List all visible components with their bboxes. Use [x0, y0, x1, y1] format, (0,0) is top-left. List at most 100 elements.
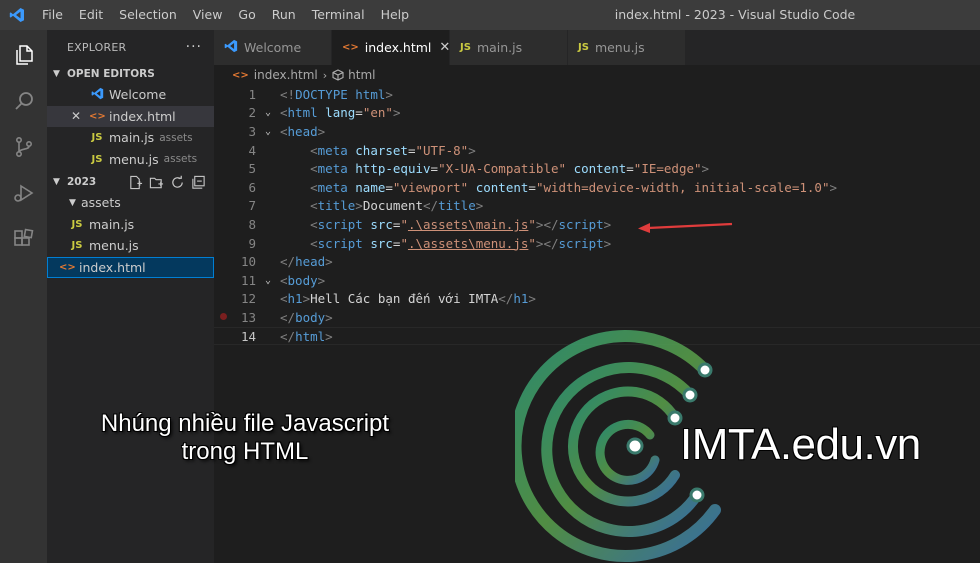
- tab-label: index.html: [364, 40, 432, 55]
- folder-label: assets: [81, 195, 121, 211]
- html-icon: <>: [232, 69, 249, 81]
- folder-assets[interactable]: ▼ assets: [47, 192, 214, 214]
- vscode-icon: [89, 87, 105, 103]
- js-icon: JS: [578, 42, 589, 53]
- refresh-icon[interactable]: [170, 175, 185, 190]
- tab-menu-js[interactable]: JS menu.js: [568, 30, 686, 65]
- explorer-sidebar: EXPLORER ··· ▼ OPEN EDITORS Welcome ✕ <>…: [47, 30, 214, 563]
- chevron-down-icon[interactable]: ⌄: [256, 107, 280, 118]
- menu-selection[interactable]: Selection: [111, 0, 185, 30]
- workspace-label: 2023: [67, 176, 97, 188]
- code-line: 10 </head>: [240, 254, 333, 270]
- files-icon[interactable]: [0, 32, 47, 78]
- close-icon[interactable]: ✕: [71, 109, 87, 123]
- open-editor-label: main.js: [109, 130, 155, 146]
- new-folder-icon[interactable]: [149, 175, 164, 190]
- caption-line: Nhúng nhiều file Javascript: [100, 410, 390, 437]
- menu-view[interactable]: View: [185, 0, 231, 30]
- breadcrumb-symbol[interactable]: html: [348, 68, 375, 82]
- search-icon[interactable]: [0, 78, 47, 124]
- html-icon: <>: [89, 110, 106, 122]
- chevron-down-icon[interactable]: ⌄: [256, 126, 280, 137]
- more-actions-icon[interactable]: ···: [186, 39, 202, 55]
- tab-label: main.js: [476, 40, 523, 55]
- code-line: 3 ⌄ <head>: [248, 123, 326, 139]
- arrow-annotation-icon: [638, 222, 733, 233]
- file-main-js[interactable]: JS main.js: [47, 214, 214, 236]
- js-icon: JS: [460, 42, 471, 53]
- menu-file[interactable]: File: [34, 0, 71, 30]
- chevron-right-icon: ›: [322, 68, 328, 82]
- extensions-icon[interactable]: [0, 216, 47, 262]
- code-line: 5 <meta http-equiv="X-UA-Compatible" con…: [248, 161, 710, 177]
- js-icon: JS: [91, 132, 103, 144]
- html-icon: <>: [342, 42, 359, 53]
- code-line: 12 <h1>Hell Các bạn đến với IMTA</h1>: [240, 291, 536, 307]
- code-line: 11 ⌄ <body>: [240, 272, 326, 288]
- vscode-icon: [224, 39, 238, 56]
- menu-go[interactable]: Go: [230, 0, 263, 30]
- open-editor-index-html[interactable]: ✕ <> index.html: [47, 105, 214, 127]
- breadcrumb-file[interactable]: index.html: [254, 68, 318, 82]
- open-editor-welcome[interactable]: Welcome: [47, 84, 214, 106]
- caption-line: trong HTML: [181, 438, 309, 465]
- tab-welcome[interactable]: Welcome: [214, 30, 332, 65]
- tab-label: Welcome: [244, 40, 302, 55]
- close-icon[interactable]: ✕: [439, 40, 450, 55]
- code-line: 7 <title>Document</title>: [248, 198, 484, 214]
- code-line: 4 <meta charset="UTF-8">: [248, 142, 476, 158]
- brand-text: IMTA.edu.vn: [680, 420, 921, 469]
- html-icon: <>: [59, 261, 76, 273]
- file-index-html[interactable]: <> index.html: [47, 256, 214, 278]
- explorer-header: EXPLORER ···: [47, 30, 214, 64]
- menu-edit[interactable]: Edit: [71, 0, 111, 30]
- run-debug-icon[interactable]: [0, 170, 47, 216]
- file-label: main.js: [89, 216, 135, 232]
- menu-run[interactable]: Run: [264, 0, 304, 30]
- open-editor-main-js[interactable]: JS main.js assets: [47, 127, 214, 149]
- new-file-icon[interactable]: [128, 175, 143, 190]
- activity-bar: [0, 30, 47, 563]
- tab-index-html[interactable]: <> index.html ✕: [332, 30, 450, 65]
- chevron-down-icon: ▼: [53, 177, 60, 187]
- code-line: 13 </body>: [240, 309, 333, 325]
- caption-overlay: Nhúng nhiều file Javascript trong HTML: [60, 410, 430, 466]
- file-menu-js[interactable]: JS menu.js: [47, 235, 214, 257]
- open-editor-label: menu.js: [109, 151, 159, 167]
- collapse-all-icon[interactable]: [191, 175, 206, 190]
- code-line: 8 <script src=".\assets\main.js"></scrip…: [248, 216, 612, 232]
- title-bar: File Edit Selection View Go Run Terminal…: [0, 0, 980, 30]
- tab-main-js[interactable]: JS main.js: [450, 30, 568, 65]
- open-editor-menu-js[interactable]: JS menu.js assets: [47, 149, 214, 171]
- file-label: index.html: [79, 259, 146, 275]
- source-control-icon[interactable]: [0, 124, 47, 170]
- editor-tabs: Welcome <> index.html ✕ JS main.js JS me…: [214, 30, 980, 65]
- js-icon: JS: [71, 218, 83, 230]
- open-editor-label: index.html: [109, 108, 176, 124]
- code-line: 6 <meta name="viewport" content="width=d…: [248, 179, 837, 195]
- js-icon: JS: [91, 153, 103, 165]
- breadcrumb: <> index.html › html: [214, 65, 980, 85]
- explorer-title: EXPLORER: [67, 40, 127, 54]
- code-line: 2 ⌄ <html lang="en">: [248, 105, 401, 121]
- symbol-icon: [332, 69, 344, 81]
- open-editor-dir: assets: [163, 153, 198, 166]
- chevron-down-icon[interactable]: ⌄: [256, 275, 280, 286]
- menu-bar: File Edit Selection View Go Run Terminal…: [34, 0, 417, 30]
- code-line: 1 <!DOCTYPE html>: [248, 86, 393, 102]
- open-editors-section[interactable]: ▼ OPEN EDITORS: [47, 64, 214, 84]
- open-editor-dir: assets: [159, 131, 193, 144]
- menu-terminal[interactable]: Terminal: [304, 0, 373, 30]
- js-icon: JS: [71, 240, 83, 252]
- vscode-logo-icon: [0, 0, 34, 30]
- chevron-down-icon: ▼: [69, 197, 76, 208]
- workspace-actions: [128, 175, 214, 190]
- open-editor-label: Welcome: [109, 87, 167, 103]
- code-line: 9 <script src=".\assets\menu.js"></scrip…: [248, 235, 612, 251]
- window-title: index.html - 2023 - Visual Studio Code: [614, 7, 856, 22]
- menu-help[interactable]: Help: [373, 0, 418, 30]
- workspace-section[interactable]: ▼ 2023: [47, 172, 214, 192]
- open-editors-label: OPEN EDITORS: [67, 68, 155, 80]
- chevron-down-icon: ▼: [53, 69, 60, 79]
- tab-label: menu.js: [594, 40, 645, 55]
